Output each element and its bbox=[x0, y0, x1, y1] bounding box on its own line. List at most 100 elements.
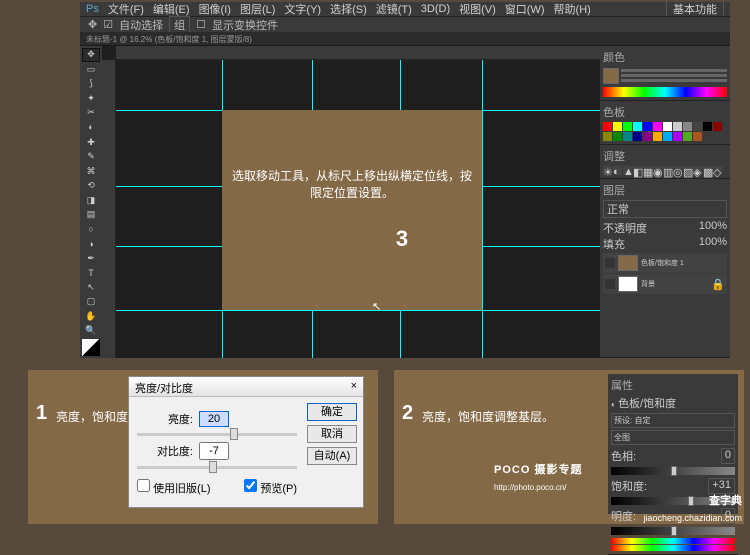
hand-tool[interactable]: ✋ bbox=[82, 310, 100, 324]
hue-ramp-2 bbox=[611, 545, 735, 551]
step-number-2: 2 bbox=[402, 402, 413, 425]
canvas-area: 选取移动工具，从标尺上移出纵横定位线，按限定位置设置。 3 ↖ bbox=[102, 46, 600, 358]
ok-button[interactable]: 确定 bbox=[307, 403, 357, 421]
contrast-slider[interactable] bbox=[137, 466, 297, 469]
document-tab[interactable]: 未标题-1 @ 16.2% (色板/饱和度 1, 图层蒙版/8) bbox=[80, 32, 730, 46]
fg-bg-swatch[interactable] bbox=[82, 339, 100, 356]
color-tab[interactable]: 颜色 bbox=[603, 49, 625, 65]
hue-ramp bbox=[611, 538, 735, 544]
layer-thumb bbox=[618, 276, 638, 292]
ruler-horizontal[interactable] bbox=[116, 46, 600, 60]
light-label: 明度: bbox=[611, 508, 636, 524]
properties-tab[interactable]: 属性 bbox=[611, 377, 633, 393]
contrast-label: 对比度: bbox=[137, 443, 193, 459]
auto-button[interactable]: 自动(A) bbox=[307, 447, 357, 465]
pen-tool[interactable]: ✒ bbox=[82, 252, 100, 266]
menu-view[interactable]: 视图(V) bbox=[459, 1, 496, 17]
marquee-tool[interactable]: ▭ bbox=[82, 63, 100, 77]
visibility-icon[interactable] bbox=[605, 258, 615, 268]
heal-tool[interactable]: ✚ bbox=[82, 135, 100, 149]
opacity-value[interactable]: 100% bbox=[699, 220, 727, 236]
app-icon: Ps bbox=[86, 3, 99, 15]
swatches-panel: 色板 bbox=[600, 101, 730, 145]
zoom-tool[interactable]: 🔍 bbox=[82, 324, 100, 338]
adjustment-type: ◐ 色板/饱和度 bbox=[611, 395, 735, 411]
artboard[interactable]: 选取移动工具，从标尺上移出纵横定位线，按限定位置设置。 3 bbox=[222, 110, 482, 310]
brush-tool[interactable]: ✎ bbox=[82, 150, 100, 164]
dialog-titlebar[interactable]: 亮度/对比度 × bbox=[129, 377, 363, 397]
move-tool[interactable]: ✥ bbox=[82, 48, 100, 62]
layer-row-bg[interactable]: 背景 🔒 bbox=[603, 274, 727, 294]
autoselect-checkbox[interactable]: ☑ bbox=[103, 18, 113, 31]
preview-checkbox[interactable]: 预览(P) bbox=[244, 479, 297, 496]
menu-image[interactable]: 图像(I) bbox=[199, 1, 231, 17]
layer-name: 背景 bbox=[641, 279, 655, 289]
adjustments-panel: 调整 ☀◐▲◧▦◉▥◎▨◈▩◇ bbox=[600, 145, 730, 179]
hue-value[interactable]: 0 bbox=[721, 448, 735, 464]
guide-v4[interactable] bbox=[482, 60, 483, 358]
shape-tool[interactable]: ▢ bbox=[82, 295, 100, 309]
visibility-icon[interactable] bbox=[605, 279, 615, 289]
contrast-input[interactable] bbox=[199, 442, 229, 460]
menu-layer[interactable]: 图层(L) bbox=[240, 1, 275, 17]
menu-3d[interactable]: 3D(D) bbox=[421, 3, 450, 15]
fill-value[interactable]: 100% bbox=[699, 236, 727, 252]
menu-window[interactable]: 窗口(W) bbox=[505, 1, 545, 17]
brightness-input[interactable] bbox=[199, 411, 229, 427]
light-slider[interactable] bbox=[611, 527, 735, 535]
preset-dropdown[interactable]: 预设: 自定 bbox=[611, 413, 735, 428]
dodge-tool[interactable]: ◑ bbox=[82, 237, 100, 251]
ruler-vertical[interactable] bbox=[102, 60, 116, 358]
wand-tool[interactable]: ✦ bbox=[82, 92, 100, 106]
autoselect-label: 自动选择 bbox=[119, 17, 163, 33]
type-tool[interactable]: T bbox=[82, 266, 100, 280]
cancel-button[interactable]: 取消 bbox=[307, 425, 357, 443]
blend-mode-dropdown[interactable]: 正常 bbox=[603, 200, 727, 218]
adjust-tab[interactable]: 调整 bbox=[603, 148, 625, 164]
lasso-tool[interactable]: ⟆ bbox=[82, 77, 100, 91]
sat-label: 饱和度: bbox=[611, 478, 647, 494]
menu-help[interactable]: 帮助(H) bbox=[554, 1, 591, 17]
layers-tab[interactable]: 图层 bbox=[603, 182, 625, 198]
gradient-tool[interactable]: ▤ bbox=[82, 208, 100, 222]
step-2-text: 亮度，饱和度调整基层。 bbox=[422, 408, 554, 425]
layer-row-adjustment[interactable]: 色板/饱和度 1 bbox=[603, 253, 727, 273]
legacy-checkbox[interactable]: 使用旧版(L) bbox=[137, 479, 211, 496]
fill-label: 填充 bbox=[603, 236, 625, 252]
cursor-icon: ↖ bbox=[372, 300, 381, 313]
swatches-tab[interactable]: 色板 bbox=[603, 104, 625, 120]
toolbox: ✥ ▭ ⟆ ✦ ✂ ◐ ✚ ✎ ⌘ ⟲ ◨ ▤ ○ ◑ ✒ T ↖ ▢ ✋ 🔍 bbox=[80, 46, 102, 358]
menu-file[interactable]: 文件(F) bbox=[108, 1, 144, 17]
blur-tool[interactable]: ○ bbox=[82, 222, 100, 236]
menu-bar: Ps 文件(F) 编辑(E) 图像(I) 图层(L) 文字(Y) 选择(S) 滤… bbox=[80, 2, 730, 16]
menu-type[interactable]: 文字(Y) bbox=[284, 1, 321, 17]
layer-thumb bbox=[618, 255, 638, 271]
showtransform-label: 显示变换控件 bbox=[212, 17, 278, 33]
swatches-grid[interactable] bbox=[603, 122, 727, 141]
crop-tool[interactable]: ✂ bbox=[82, 106, 100, 120]
layer-name: 色板/饱和度 1 bbox=[641, 258, 684, 268]
path-tool[interactable]: ↖ bbox=[82, 281, 100, 295]
showtransform-checkbox[interactable]: ☐ bbox=[196, 18, 206, 31]
menu-filter[interactable]: 滤镜(T) bbox=[376, 1, 412, 17]
adjust-icons[interactable]: ☀◐▲◧▦◉▥◎▨◈▩◇ bbox=[603, 166, 727, 175]
guide-h4[interactable] bbox=[116, 310, 600, 311]
brightness-contrast-dialog: 亮度/对比度 × 确定 取消 自动(A) 亮度: 对比度: bbox=[128, 376, 364, 508]
hue-strip[interactable] bbox=[603, 87, 727, 97]
step-1-card: 1 亮度，饱和度调整基层。 亮度/对比度 × 确定 取消 自动(A) 亮度: bbox=[28, 370, 378, 524]
channel-dropdown[interactable]: 全图 bbox=[611, 430, 735, 445]
stamp-tool[interactable]: ⌘ bbox=[82, 164, 100, 178]
brightness-slider[interactable] bbox=[137, 433, 297, 436]
options-bar: ✥ ☑ 自动选择 组 ☐ 显示变换控件 bbox=[80, 16, 730, 32]
fg-color-swatch[interactable] bbox=[603, 68, 619, 84]
eyedropper-tool[interactable]: ◐ bbox=[82, 121, 100, 135]
history-tool[interactable]: ⟲ bbox=[82, 179, 100, 193]
menu-select[interactable]: 选择(S) bbox=[330, 1, 367, 17]
close-icon[interactable]: × bbox=[351, 380, 357, 393]
move-tool-icon: ✥ bbox=[88, 18, 97, 31]
hue-label: 色相: bbox=[611, 448, 636, 464]
step-number-1: 1 bbox=[36, 402, 47, 425]
hue-slider[interactable] bbox=[611, 467, 735, 475]
eraser-tool[interactable]: ◨ bbox=[82, 193, 100, 207]
group-dropdown[interactable]: 组 bbox=[169, 16, 190, 34]
